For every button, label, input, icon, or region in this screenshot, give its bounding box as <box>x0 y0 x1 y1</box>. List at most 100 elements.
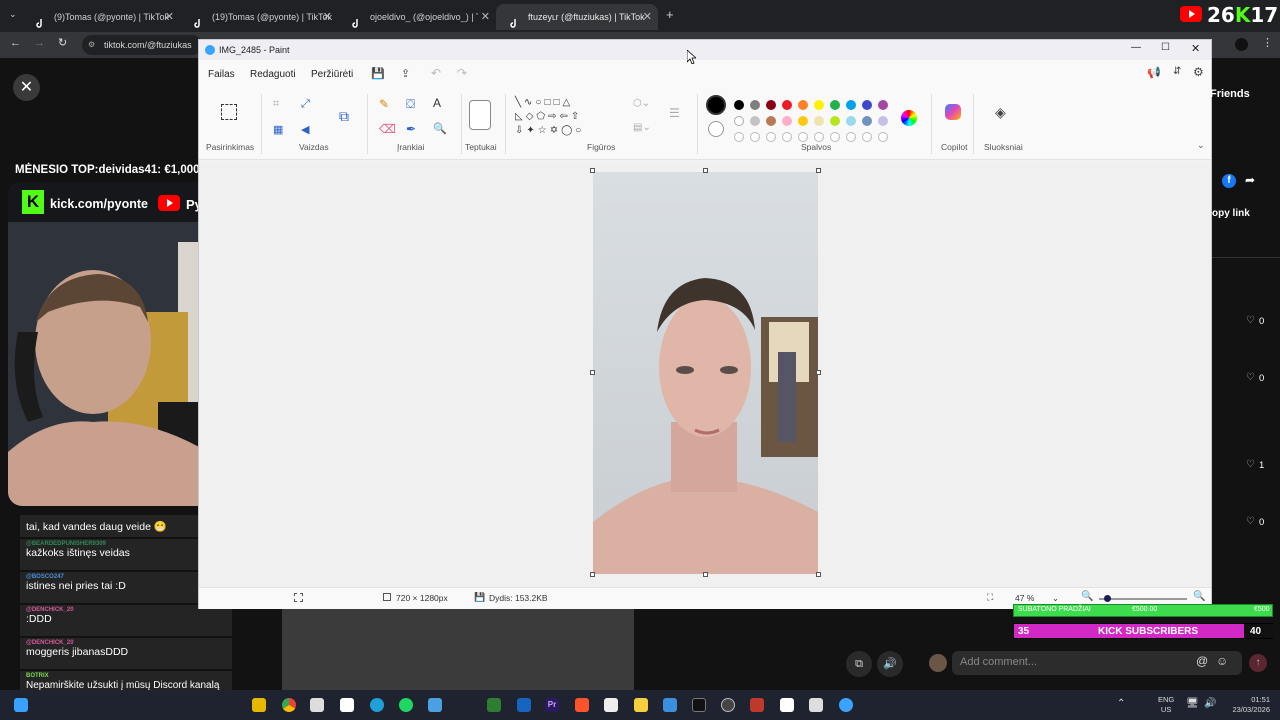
feedback-icon[interactable]: 📢 <box>1147 66 1161 79</box>
close-icon[interactable]: ✕ <box>1191 42 1200 55</box>
color-swatch[interactable] <box>766 116 776 126</box>
share-arrow-icon[interactable]: ➦ <box>1245 173 1255 187</box>
terminal-icon[interactable] <box>692 698 706 712</box>
empty-color-swatch[interactable] <box>814 132 824 142</box>
reload-icon[interactable]: ↻ <box>58 36 67 49</box>
resize-handle[interactable] <box>590 572 595 577</box>
resize-handle[interactable] <box>703 572 708 577</box>
friends-link[interactable]: Friends <box>1210 88 1250 100</box>
eraser-icon[interactable]: ⌫ <box>379 122 396 136</box>
text-icon[interactable]: A <box>433 96 441 110</box>
menu-file[interactable]: Failas <box>208 69 235 80</box>
calculator-icon[interactable] <box>252 698 266 712</box>
resize-handle[interactable] <box>816 572 821 577</box>
color-swatch[interactable] <box>878 100 888 110</box>
color-swatch[interactable] <box>734 100 744 110</box>
save-icon[interactable]: 💾 <box>371 67 385 80</box>
edit-colors-icon[interactable] <box>901 110 917 126</box>
fill-icon[interactable]: ⛋ <box>406 97 415 112</box>
paint-title-bar[interactable]: IMG_2485 - Paint — ☐ ✕ <box>199 40 1211 60</box>
app-icon[interactable] <box>487 698 501 712</box>
maximize-icon[interactable]: ☐ <box>1161 42 1170 53</box>
zoom-slider[interactable] <box>1099 598 1187 600</box>
app-icon[interactable] <box>310 698 324 712</box>
pencil-icon[interactable]: ✎ <box>379 97 389 111</box>
browser-menu-icon[interactable]: ⋮ <box>1262 36 1273 49</box>
site-info-icon[interactable]: ⚙ <box>88 35 95 55</box>
tab-list-chevron-icon[interactable]: ⌄ <box>9 9 17 20</box>
heart-icon[interactable]: ♡ <box>1246 459 1255 470</box>
tray-chevron-icon[interactable]: ⌃ <box>1117 698 1125 709</box>
color-swatch[interactable] <box>766 100 776 110</box>
empty-color-swatch[interactable] <box>798 132 808 142</box>
tab-close-icon[interactable]: ✕ <box>165 4 174 30</box>
color-swatch[interactable] <box>814 116 824 126</box>
empty-color-swatch[interactable] <box>862 132 872 142</box>
color-swatch[interactable] <box>782 100 792 110</box>
image-canvas[interactable] <box>593 172 818 574</box>
browser-tab-1[interactable]: (9)Tomas (@pyonte) | TikTok ✕ <box>22 4 180 30</box>
resize-handle[interactable] <box>703 168 708 173</box>
account-icon[interactable]: ⇵ <box>1173 66 1181 77</box>
paint-taskbar-icon[interactable] <box>839 698 853 712</box>
empty-color-swatch[interactable] <box>782 132 792 142</box>
premiere-icon[interactable]: Pr <box>545 698 559 712</box>
shape-size-icon[interactable]: ☰ <box>669 106 680 120</box>
new-tab-icon[interactable]: + <box>666 7 674 22</box>
crop-icon[interactable]: ⌗ <box>273 98 279 111</box>
fit-to-window-icon[interactable]: ⛶ <box>987 592 993 603</box>
magnifier-icon[interactable]: 🔍 <box>433 122 447 135</box>
back-icon[interactable]: ← <box>10 37 21 49</box>
clock[interactable]: 01:51 23/03/2026 <box>1222 695 1270 715</box>
heart-icon[interactable]: ♡ <box>1246 516 1255 527</box>
undo-icon[interactable]: ↶ <box>431 66 441 80</box>
url-field[interactable]: ⚙ tiktok.com/@ftuziukas <box>82 35 202 55</box>
primary-color-swatch[interactable] <box>706 95 726 115</box>
tab-close-icon[interactable]: ✕ <box>323 4 332 30</box>
remove-background-icon[interactable]: ▦ <box>273 123 283 136</box>
spotify-icon[interactable] <box>399 698 413 712</box>
collapse-ribbon-icon[interactable]: ⌄ <box>1197 140 1205 151</box>
app-icon[interactable] <box>780 698 794 712</box>
app-icon[interactable] <box>604 698 618 712</box>
input-language[interactable]: ENG US <box>1158 695 1174 715</box>
color-swatch[interactable] <box>750 116 760 126</box>
notepad-icon[interactable] <box>663 698 677 712</box>
shapes-gallery[interactable]: ╲∿○□□△ ◺◇⬠⇨⇦⇧ ⇩✦☆✡◯○ <box>515 96 584 138</box>
color-swatch[interactable] <box>750 100 760 110</box>
forward-icon[interactable]: → <box>34 37 45 49</box>
comment-input[interactable]: Add comment... @ ☺ <box>952 651 1242 675</box>
empty-color-swatch[interactable] <box>766 132 776 142</box>
color-swatch[interactable] <box>782 116 792 126</box>
tab-close-icon[interactable]: ✕ <box>481 4 490 30</box>
zoom-slider-thumb[interactable] <box>1104 595 1111 602</box>
color-swatch[interactable] <box>846 116 856 126</box>
color-picker-icon[interactable]: ✒ <box>406 122 416 136</box>
app-icon[interactable] <box>340 698 354 712</box>
tab-close-icon[interactable]: ✕ <box>643 4 652 30</box>
empty-color-swatch[interactable] <box>830 132 840 142</box>
color-swatch[interactable] <box>830 116 840 126</box>
app-icon[interactable] <box>809 698 823 712</box>
volume-button[interactable]: 🔊 <box>877 651 903 677</box>
empty-color-swatch[interactable] <box>846 132 856 142</box>
resize-icon[interactable]: ⤢ <box>301 98 310 111</box>
redo-icon[interactable]: ↷ <box>457 66 467 80</box>
image-select-icon[interactable]: ⧉ <box>339 108 349 125</box>
network-icon[interactable]: 🖥 <box>1186 698 1199 709</box>
app-icon[interactable] <box>750 698 764 712</box>
menu-edit[interactable]: Redaguoti <box>250 69 296 80</box>
volume-icon[interactable]: 🔊 <box>1204 698 1216 709</box>
color-swatch[interactable] <box>798 116 808 126</box>
copilot-icon[interactable] <box>945 104 961 120</box>
copy-link-button[interactable]: opy link <box>1212 208 1250 219</box>
rotate-icon[interactable]: ◀ <box>301 123 309 136</box>
empty-color-swatch[interactable] <box>878 132 888 142</box>
heart-icon[interactable]: ♡ <box>1246 315 1255 326</box>
close-video-button[interactable]: ✕ <box>13 74 40 101</box>
color-swatch[interactable] <box>846 100 856 110</box>
shape-fill-icon[interactable]: ▤⌄ <box>633 122 651 133</box>
color-swatch[interactable] <box>878 116 888 126</box>
resize-handle[interactable] <box>590 168 595 173</box>
resize-handle[interactable] <box>816 168 821 173</box>
